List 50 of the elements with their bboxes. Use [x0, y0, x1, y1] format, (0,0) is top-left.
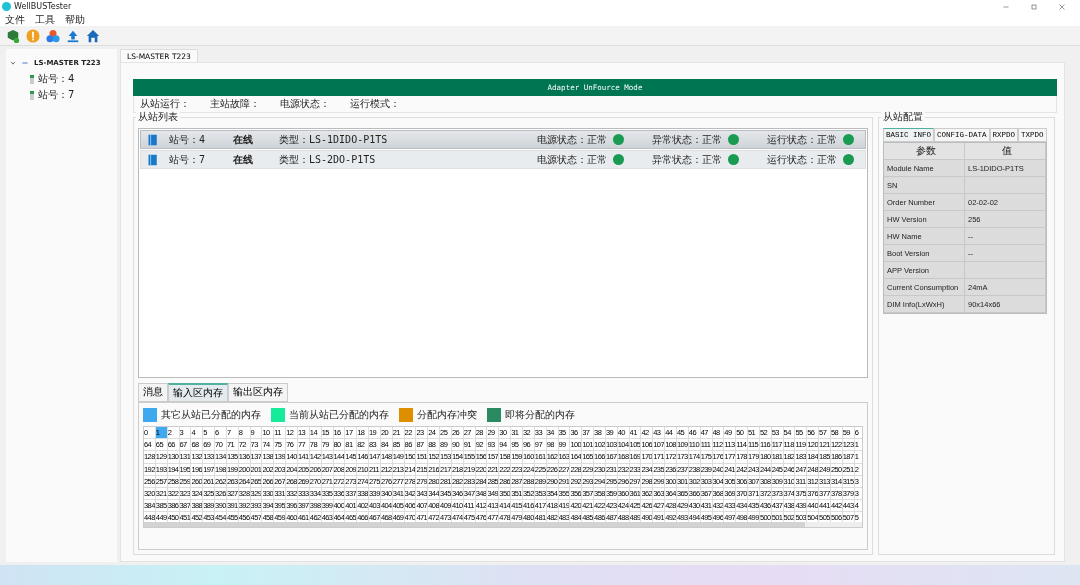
- panel-tab[interactable]: 输入区内存: [168, 383, 228, 402]
- app-logo-icon: [2, 2, 11, 11]
- menu-item[interactable]: 工具: [35, 12, 55, 27]
- network-icon: [45, 28, 60, 43]
- column-header: 值: [965, 143, 1046, 160]
- status-label: 运行模式：: [350, 97, 401, 111]
- online-status: 在线: [233, 132, 254, 147]
- status-text: 电源状态：正常: [537, 132, 608, 147]
- module-icon: [147, 133, 159, 146]
- legend-label: 当前从站已分配的内存: [289, 408, 389, 422]
- legend-label: 即将分配的内存: [505, 408, 575, 422]
- home-icon: [85, 28, 100, 43]
- module-type: 类型：LS-1DIDO-P1TS: [279, 132, 389, 147]
- panel-tab[interactable]: 输出区内存: [228, 383, 288, 402]
- scrollbar[interactable]: [144, 522, 862, 527]
- close-icon: [1058, 2, 1066, 11]
- slave-row[interactable]: 站号：4 在线 类型：LS-1DIDO-P1TS 电源状态：正常 异常状态：正常 运行状态：正常: [140, 130, 866, 149]
- status-text: 运行状态：正常: [767, 132, 838, 147]
- upload-icon: [65, 28, 80, 43]
- module-icon: [147, 153, 159, 166]
- network-button[interactable]: [44, 27, 61, 44]
- status-label: 主站故障：: [210, 97, 261, 111]
- module-icon: [30, 90, 34, 100]
- status-text: 电源状态：正常: [537, 152, 608, 167]
- menu-item[interactable]: 帮助: [65, 12, 85, 27]
- slave-row[interactable]: 站号：7 在线 类型：LS-2DO-P1TS 电源状态：正常 异常状态：正常 运行状态：正常: [140, 150, 866, 169]
- status-label: 电源状态：: [280, 97, 331, 111]
- cube-plus-icon: [5, 28, 20, 43]
- status-text: 异常状态：正常: [652, 132, 723, 147]
- status-label: 从站运行：: [140, 97, 191, 111]
- status-text: 异常状态：正常: [652, 152, 723, 167]
- group-title: 从站列表: [136, 111, 180, 123]
- home-button[interactable]: [84, 27, 101, 44]
- tree-item[interactable]: 站号：7: [38, 88, 75, 102]
- chevron-down-icon[interactable]: [10, 60, 16, 66]
- legend-label: 其它从站已分配的内存: [161, 408, 261, 422]
- tree-item[interactable]: 站号：4: [38, 72, 75, 86]
- module-icon: [30, 74, 34, 84]
- status-text: 运行状态：正常: [767, 152, 838, 167]
- maximize-icon: [1030, 2, 1038, 11]
- window-title: WellBUSTester: [14, 2, 72, 11]
- station-number: 站号：4: [169, 132, 207, 147]
- legend-label: 分配内存冲突: [417, 408, 477, 422]
- module-type: 类型：LS-2DO-P1TS: [279, 152, 377, 167]
- group-title: 从站配置: [881, 111, 925, 123]
- station-number: 站号：7: [169, 152, 207, 167]
- column-header: 参数: [884, 143, 965, 160]
- panel-tab[interactable]: 消息: [138, 383, 168, 402]
- online-status: 在线: [233, 152, 254, 167]
- menu-item[interactable]: 文件: [5, 12, 25, 27]
